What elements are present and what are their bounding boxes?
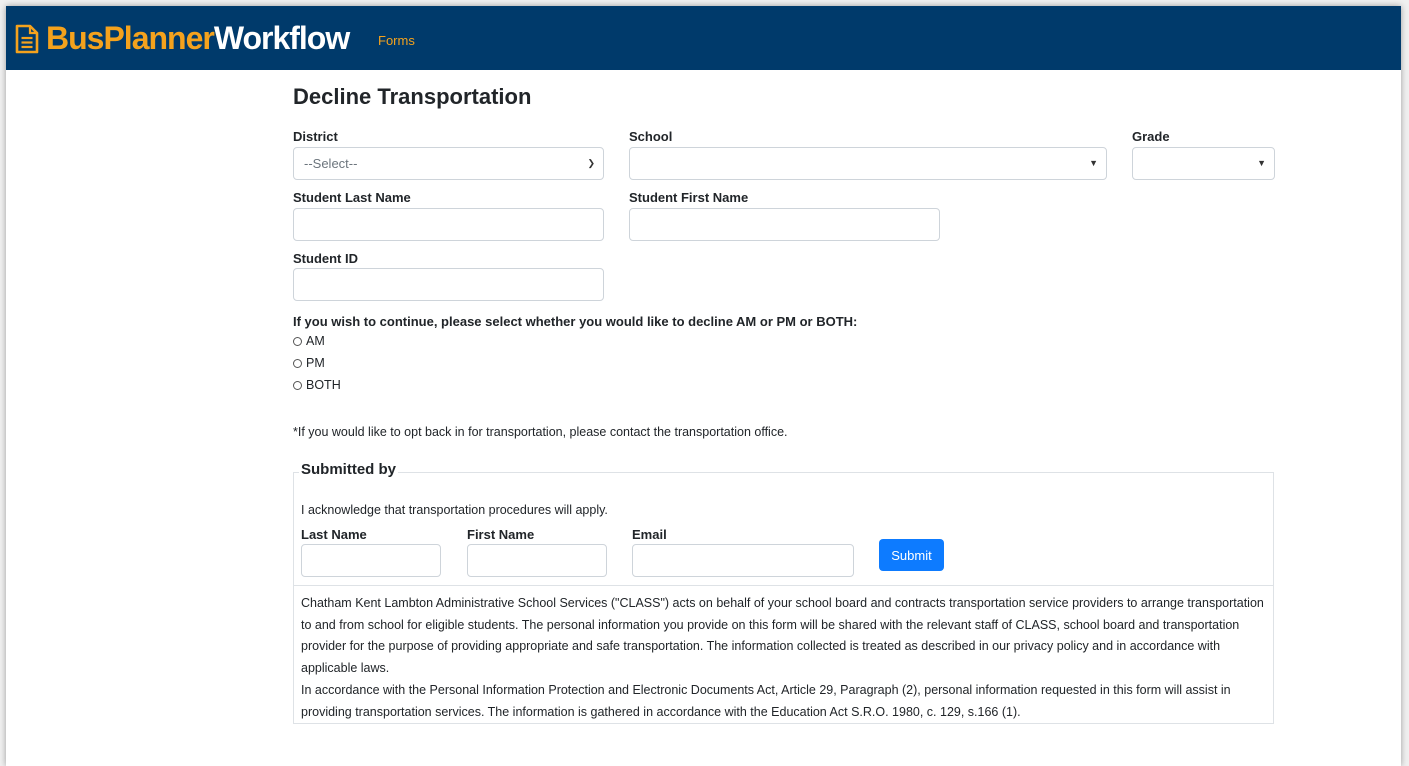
privacy-divider [294, 585, 1273, 586]
chevron-down-icon: ❯ [587, 158, 595, 168]
radio-am-label: AM [306, 334, 325, 348]
privacy-paragraph-1: Chatham Kent Lambton Administrative Scho… [301, 596, 1264, 675]
submitted-by-legend: Submitted by [299, 461, 399, 478]
privacy-paragraph-2: In accordance with the Personal Informat… [301, 683, 1231, 719]
submitter-email-input[interactable] [632, 544, 854, 577]
radio-pm-label: PM [306, 356, 325, 370]
student-id-input[interactable] [293, 268, 604, 301]
radio-both-label: BOTH [306, 378, 341, 392]
submit-button[interactable]: Submit [879, 539, 944, 571]
student-last-name-input[interactable] [293, 208, 604, 241]
grade-select[interactable]: ▼ [1132, 147, 1275, 180]
acknowledge-text: I acknowledge that transportation proced… [301, 503, 608, 517]
radio-circle-icon[interactable] [293, 358, 302, 368]
radio-circle-icon[interactable] [293, 336, 302, 346]
document-icon [15, 24, 39, 54]
brand-bus: Bus [46, 20, 104, 56]
radio-am[interactable]: AM [293, 334, 325, 348]
student-first-name-input[interactable] [629, 208, 940, 241]
district-label: District [293, 129, 338, 144]
student-id-label: Student ID [293, 251, 358, 266]
submitter-last-name-input[interactable] [301, 544, 441, 577]
submitted-by-fieldset: Submitted by I acknowledge that transpor… [293, 461, 1274, 724]
submitter-email-label: Email [632, 527, 667, 542]
student-first-name-label: Student First Name [629, 190, 749, 205]
brand-planner: Planner [103, 20, 214, 56]
radio-pm[interactable]: PM [293, 356, 325, 370]
opt-back-note: *If you would like to opt back in for tr… [293, 425, 788, 439]
radio-circle-icon[interactable] [293, 380, 302, 390]
district-select-value: --Select-- [304, 156, 358, 171]
grade-label: Grade [1132, 129, 1170, 144]
brand-logo[interactable]: BusPlannerWorkflow [46, 20, 350, 56]
student-last-name-label: Student Last Name [293, 190, 411, 205]
page-title: Decline Transportation [293, 84, 532, 109]
submitter-last-name-label: Last Name [301, 527, 367, 542]
submitter-first-name-label: First Name [467, 527, 535, 542]
nav-forms-link[interactable]: Forms [378, 33, 415, 48]
submitter-first-name-input[interactable] [467, 544, 607, 577]
radio-both[interactable]: BOTH [293, 378, 341, 392]
decline-question: If you wish to continue, please select w… [293, 314, 858, 329]
browser-page: BusPlannerWorkflow Forms Decline Transpo… [6, 6, 1401, 766]
district-select[interactable]: --Select-- ❯ [293, 147, 604, 180]
top-navbar: BusPlannerWorkflow Forms [6, 6, 1401, 70]
brand-workflow: Workflow [213, 20, 350, 56]
school-select[interactable]: ▼ [629, 147, 1107, 180]
school-label: School [629, 129, 673, 144]
caret-down-icon: ▼ [1257, 158, 1266, 168]
caret-down-icon: ▼ [1089, 158, 1098, 168]
